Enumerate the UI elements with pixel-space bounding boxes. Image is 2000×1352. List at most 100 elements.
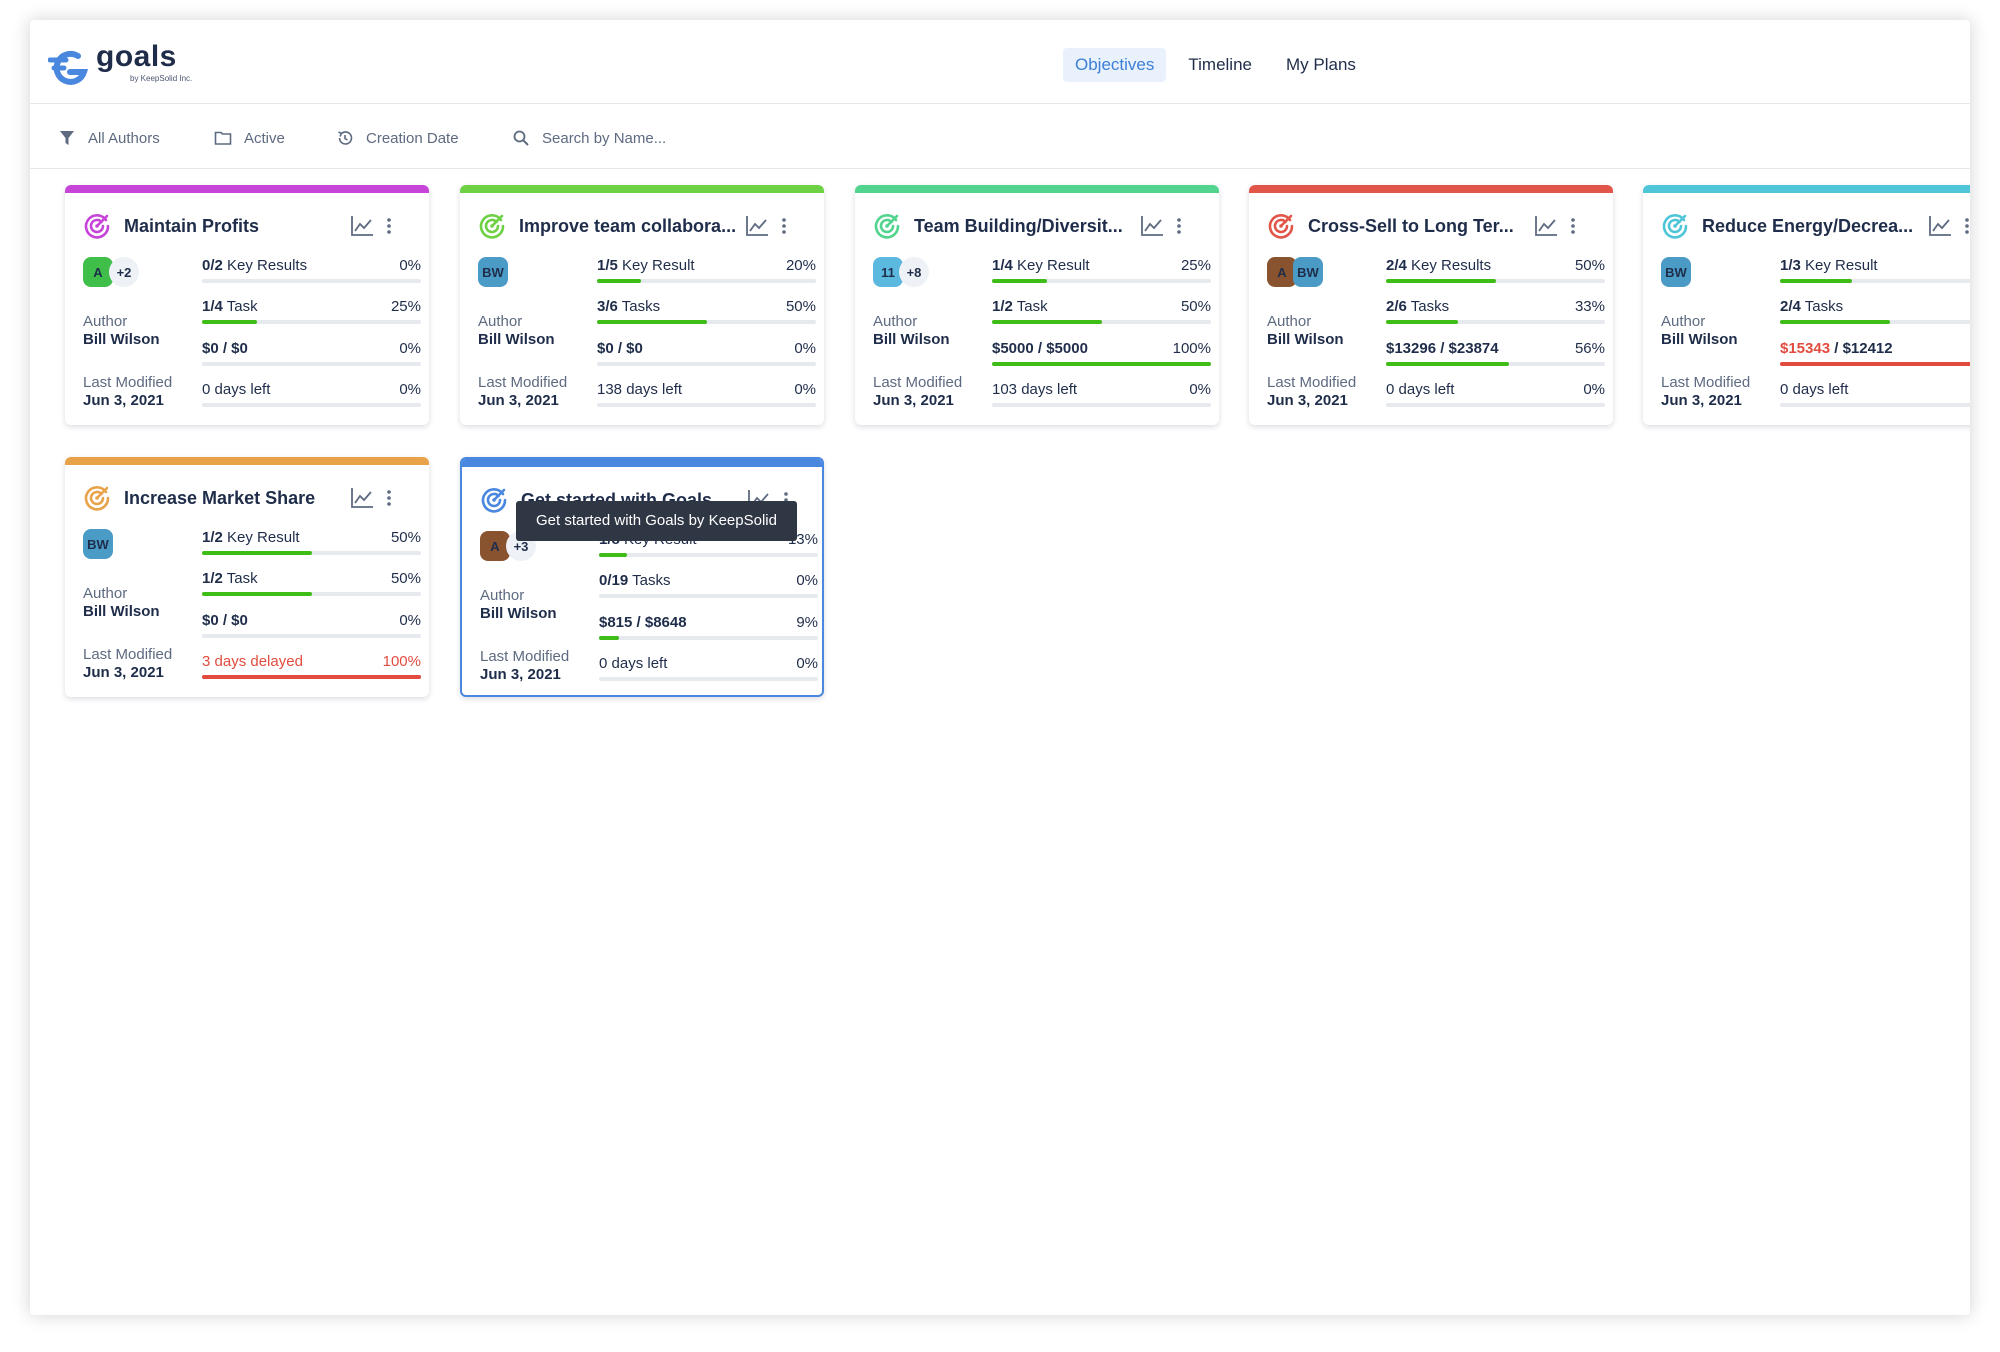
tasks-metric[interactable]: 1/4 Task 25%: [202, 298, 421, 326]
tab-objectives[interactable]: Objectives: [1063, 48, 1167, 82]
metric-text: Task: [226, 570, 258, 587]
budget-metric[interactable]: $5000 / $5000 100%: [992, 340, 1211, 368]
avatar[interactable]: BW: [83, 529, 113, 559]
tasks-metric[interactable]: 2/4 Tasks5: [1780, 298, 1970, 326]
budget-metric[interactable]: $815 / $8648 9%: [599, 614, 818, 642]
metric-percent: 20%: [785, 257, 816, 274]
tasks-metric[interactable]: 1/2 Task 50%: [202, 570, 421, 598]
tab-my-plans[interactable]: My Plans: [1274, 48, 1368, 82]
avatar[interactable]: BW: [1661, 257, 1691, 287]
more-options-icon[interactable]: [1569, 215, 1577, 237]
progress-bar: [599, 636, 818, 640]
search-box[interactable]: Search by Name...: [512, 127, 666, 149]
filter-status[interactable]: Active: [214, 127, 285, 149]
more-options-icon[interactable]: [385, 215, 393, 237]
last-modified-label: Last Modified: [873, 374, 963, 391]
metric-percent: 100%: [1172, 340, 1211, 357]
budget-metric[interactable]: $13296 / $23874 56%: [1386, 340, 1605, 368]
chart-icon[interactable]: [1534, 215, 1558, 237]
progress-bar: [202, 634, 421, 638]
metric-text: 0 days left: [1386, 381, 1455, 398]
key-results-metric[interactable]: 1/2 Key Result 50%: [202, 529, 421, 557]
goals-logo[interactable]: goals by KeepSolid Inc.: [48, 40, 208, 90]
chart-icon[interactable]: [350, 215, 374, 237]
objective-card[interactable]: Improve team collabora... BW Author Bill Wi…: [460, 185, 824, 425]
card-avatars: BW: [478, 257, 508, 287]
chart-icon[interactable]: [745, 215, 769, 237]
deadline-metric[interactable]: 138 days left 0%: [597, 381, 816, 409]
progress-fill: [597, 279, 641, 283]
objective-card[interactable]: Cross-Sell to Long Ter... A BW Author Bill W…: [1249, 185, 1613, 425]
deadline-metric[interactable]: 0 days left 0%: [202, 381, 421, 409]
chart-icon[interactable]: [350, 487, 374, 509]
author-name: Bill Wilson: [480, 605, 557, 622]
metric-label: 1/5 Key Result: [597, 257, 695, 274]
tasks-metric[interactable]: 1/2 Task 50%: [992, 298, 1211, 326]
metric-percent: 50%: [785, 298, 816, 315]
progress-fill: [1780, 279, 1853, 283]
metric-text: Key Result: [1017, 257, 1090, 274]
tasks-metric[interactable]: 2/6 Tasks 33%: [1386, 298, 1605, 326]
more-options-icon[interactable]: [780, 215, 788, 237]
progress-fill: [202, 551, 312, 555]
budget-metric[interactable]: $0 / $0 0%: [202, 340, 421, 368]
author-name: Bill Wilson: [1661, 331, 1738, 348]
filter-bar: All Authors Active Creation Date Search …: [30, 105, 1970, 169]
author-label: Author: [83, 585, 128, 602]
progress-fill: [599, 553, 628, 557]
key-results-metric[interactable]: 1/4 Key Result 25%: [992, 257, 1211, 285]
metric-label: $815 / $8648: [599, 614, 687, 631]
key-results-metric[interactable]: 0/2 Key Results 0%: [202, 257, 421, 285]
chart-icon[interactable]: [1140, 215, 1164, 237]
key-results-metric[interactable]: 1/3 Key Result3: [1780, 257, 1970, 285]
progress-bar: [1780, 279, 1970, 283]
metric-text: Key Results: [227, 257, 308, 274]
budget-metric[interactable]: $0 / $0 0%: [202, 612, 421, 640]
filter-authors[interactable]: All Authors: [58, 127, 160, 149]
author-label: Author: [83, 313, 128, 330]
progress-bar: [1386, 362, 1605, 366]
progress-fill: [1386, 320, 1459, 324]
deadline-metric[interactable]: 0 days left 0%: [599, 655, 818, 683]
deadline-metric[interactable]: 3 days delayed 100%: [202, 653, 421, 681]
metric-count: $13296 / $23874: [1386, 340, 1499, 357]
filter-sort[interactable]: Creation Date: [336, 127, 459, 149]
tasks-metric[interactable]: 0/19 Tasks 0%: [599, 572, 818, 600]
objective-card[interactable]: Get started with Goals A +3 Author Bill Wils…: [460, 457, 824, 697]
progress-bar: [202, 362, 421, 366]
budget-metric[interactable]: $15343 / $1241212: [1780, 340, 1970, 368]
more-options-icon[interactable]: [385, 487, 393, 509]
search-input[interactable]: Search by Name...: [542, 130, 666, 147]
progress-fill: [202, 320, 257, 324]
last-modified-label: Last Modified: [1267, 374, 1357, 391]
avatar-more-count[interactable]: +8: [899, 257, 929, 287]
metric-label: 0/19 Tasks: [599, 572, 670, 589]
progress-fill: [1780, 320, 1890, 324]
tab-timeline[interactable]: Timeline: [1176, 48, 1264, 82]
objective-card[interactable]: Increase Market Share BW Author Bill Wilson…: [65, 457, 429, 697]
key-results-metric[interactable]: 1/5 Key Result 20%: [597, 257, 816, 285]
objective-card[interactable]: Maintain Profits A +2 Author Bill Wilson Last…: [65, 185, 429, 425]
more-options-icon[interactable]: [1963, 215, 1970, 237]
avatar-more-count[interactable]: +2: [109, 257, 139, 287]
deadline-metric[interactable]: 103 days left 0%: [992, 381, 1211, 409]
key-results-metric[interactable]: 2/4 Key Results 50%: [1386, 257, 1605, 285]
progress-fill: [202, 592, 312, 596]
card-title: Increase Market Share: [124, 488, 316, 508]
metric-count: 1/4: [992, 257, 1013, 274]
objective-card[interactable]: Reduce Energy/Decrea... BW Author Bill Wils…: [1643, 185, 1970, 425]
objective-card[interactable]: Team Building/Diversit... 11 +8 Author Bill …: [855, 185, 1219, 425]
more-options-icon[interactable]: [1175, 215, 1183, 237]
deadline-metric[interactable]: 0 days left 0%: [1386, 381, 1605, 409]
budget-metric[interactable]: $0 / $0 0%: [597, 340, 816, 368]
avatar[interactable]: BW: [1293, 257, 1323, 287]
chart-icon[interactable]: [1928, 215, 1952, 237]
metric-text: 0 days left: [1780, 381, 1849, 398]
author-label: Author: [480, 587, 525, 604]
history-icon: [338, 131, 353, 145]
avatar[interactable]: BW: [478, 257, 508, 287]
metric-percent: 0%: [796, 572, 818, 589]
progress-fill: [992, 362, 1211, 366]
deadline-metric[interactable]: 0 days left: [1780, 381, 1970, 409]
tasks-metric[interactable]: 3/6 Tasks 50%: [597, 298, 816, 326]
